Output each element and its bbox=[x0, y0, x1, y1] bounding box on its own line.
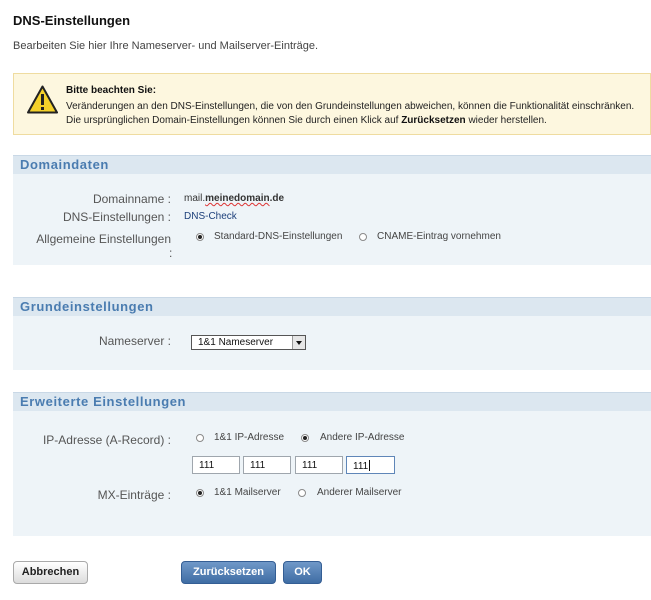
ip-octet-4-value: 111 bbox=[353, 461, 369, 472]
cancel-button[interactable]: Abbrechen bbox=[13, 561, 88, 584]
ip-address-label: IP-Adresse (A-Record) : bbox=[42, 433, 171, 447]
ip-1and1-radio[interactable] bbox=[196, 434, 204, 442]
nameserver-selected-value: 1&1 Nameserver bbox=[198, 337, 274, 348]
ip-octet-2-input[interactable]: 111 bbox=[243, 456, 291, 474]
warning-line-2-start: Die ursprünglichen Domain-Einstellungen … bbox=[66, 115, 402, 126]
page-subtitle: Bearbeiten Sie hier Ihre Nameserver- und… bbox=[13, 40, 319, 52]
warning-reset-keyword: Zurücksetzen bbox=[401, 115, 466, 126]
domainname-value: mail.meinedomain.de bbox=[184, 193, 284, 204]
mx-1and1-label[interactable]: 1&1 Mailserver bbox=[214, 487, 281, 498]
nameserver-label: Nameserver : bbox=[98, 334, 171, 348]
text-cursor bbox=[369, 460, 371, 471]
reset-button[interactable]: Zurücksetzen bbox=[181, 561, 276, 584]
domaindaten-heading: Domaindaten bbox=[20, 157, 109, 172]
grundeinstellungen-header: Grundeinstellungen bbox=[13, 297, 651, 316]
ip-octet-1-input[interactable]: 111 bbox=[192, 456, 240, 474]
warning-icon bbox=[27, 85, 58, 114]
domainname-prefix: mail. bbox=[184, 193, 206, 204]
mx-1and1-radio[interactable] bbox=[196, 489, 204, 497]
dns-check-link[interactable]: DNS-Check bbox=[184, 211, 237, 222]
erweitert-heading: Erweiterte Einstellungen bbox=[20, 394, 187, 409]
standard-dns-label[interactable]: Standard-DNS-Einstellungen bbox=[214, 231, 342, 242]
ip-octet-4-input[interactable]: 111 bbox=[346, 456, 395, 474]
ip-other-radio[interactable] bbox=[301, 434, 309, 442]
domaindaten-header: Domaindaten bbox=[13, 155, 651, 174]
ip-octet-3-input[interactable]: 111 bbox=[295, 456, 343, 474]
cname-label[interactable]: CNAME-Eintrag vornehmen bbox=[377, 231, 501, 242]
mx-entries-label: MX-Einträge : bbox=[97, 488, 171, 502]
mx-other-radio[interactable] bbox=[298, 489, 306, 497]
standard-dns-radio[interactable] bbox=[196, 233, 204, 241]
warning-box: Bitte beachten Sie: Veränderungen an den… bbox=[13, 73, 651, 135]
domainname-label: Domainname : bbox=[92, 192, 171, 206]
ip-octet-3-value: 111 bbox=[302, 460, 318, 471]
dns-settings-label: DNS-Einstellungen : bbox=[62, 210, 171, 224]
mx-other-label[interactable]: Anderer Mailserver bbox=[317, 487, 401, 498]
ip-octet-2-value: 111 bbox=[250, 460, 266, 471]
page-title: DNS-Einstellungen bbox=[13, 13, 131, 28]
ip-octet-1-value: 111 bbox=[199, 460, 215, 471]
domainname-name: meinedomain bbox=[205, 193, 270, 204]
domainname-suffix: .de bbox=[269, 193, 285, 204]
ip-other-label[interactable]: Andere IP-Adresse bbox=[320, 432, 405, 443]
nameserver-select[interactable]: 1&1 Nameserver bbox=[191, 335, 306, 350]
cname-radio[interactable] bbox=[359, 233, 367, 241]
grundeinstellungen-heading: Grundeinstellungen bbox=[20, 299, 154, 314]
ok-button[interactable]: OK bbox=[283, 561, 322, 584]
warning-line-2-end: wieder herstellen. bbox=[465, 115, 547, 126]
warning-heading: Bitte beachten Sie: bbox=[66, 85, 157, 96]
chevron-down-icon[interactable] bbox=[292, 336, 305, 349]
erweitert-header: Erweiterte Einstellungen bbox=[13, 392, 651, 411]
warning-line-2: Die ursprünglichen Domain-Einstellungen … bbox=[66, 115, 547, 126]
ip-1and1-label[interactable]: 1&1 IP-Adresse bbox=[214, 432, 284, 443]
general-settings-colon: : bbox=[169, 246, 173, 260]
general-settings-label: Allgemeine Einstellungen bbox=[36, 232, 171, 246]
warning-line-1: Veränderungen an den DNS-Einstellungen, … bbox=[66, 101, 635, 112]
